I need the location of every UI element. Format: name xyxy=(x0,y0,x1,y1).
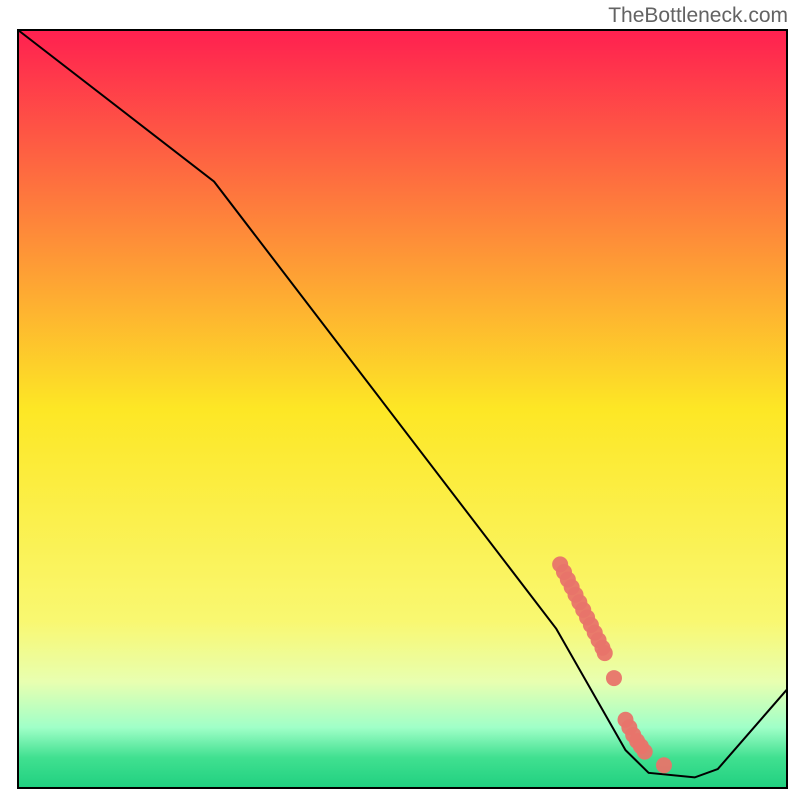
chart-container: TheBottleneck.com xyxy=(0,0,800,800)
chart-svg xyxy=(0,0,800,800)
plot-background xyxy=(18,30,787,788)
attribution-label: TheBottleneck.com xyxy=(608,4,788,28)
